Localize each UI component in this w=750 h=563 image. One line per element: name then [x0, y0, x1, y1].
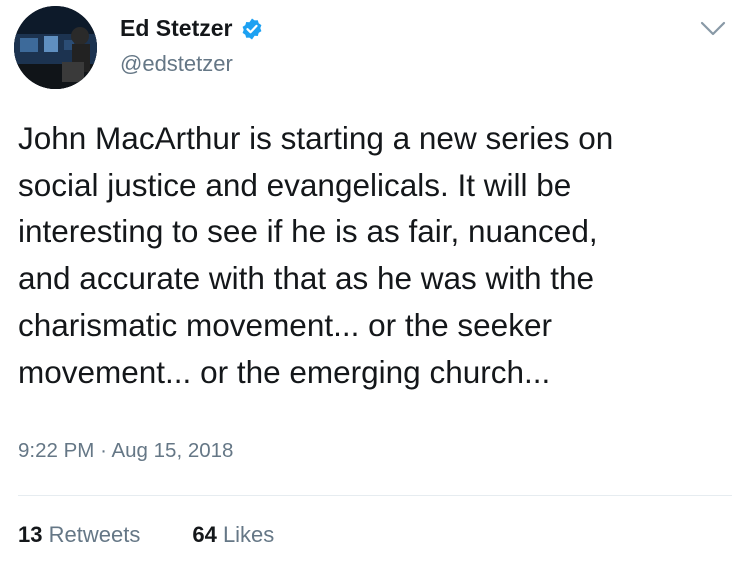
- likes-stat[interactable]: 64 Likes: [192, 520, 274, 550]
- verified-badge-icon: [243, 18, 262, 40]
- retweets-count: 13: [18, 522, 43, 547]
- avatar-image: [14, 6, 97, 89]
- author-handle[interactable]: @edstetzer: [120, 50, 233, 78]
- likes-count: 64: [192, 522, 217, 547]
- divider: [18, 495, 732, 496]
- author-name-row: Ed Stetzer: [120, 14, 264, 42]
- avatar[interactable]: [14, 6, 97, 89]
- likes-label: Likes: [222, 522, 275, 547]
- tweet-text: John MacArthur is starting a new series …: [18, 120, 614, 390]
- tweet-card: Ed Stetzer @edstetzer John MacArthur is …: [0, 0, 750, 563]
- tweet-stats: 13 Retweets 64 Likes: [18, 520, 274, 550]
- retweets-stat[interactable]: 13 Retweets: [18, 520, 140, 550]
- tweet-time: 9:22 PM: [18, 439, 95, 462]
- tweet-timestamp[interactable]: 9:22 PM · Aug 15, 2018: [18, 437, 233, 465]
- timestamp-separator: ·: [100, 439, 107, 462]
- retweets-label: Retweets: [48, 522, 141, 547]
- chevron-down-icon[interactable]: [700, 20, 726, 38]
- author-display-name[interactable]: Ed Stetzer: [120, 14, 232, 42]
- tweet-date: Aug 15, 2018: [111, 439, 234, 462]
